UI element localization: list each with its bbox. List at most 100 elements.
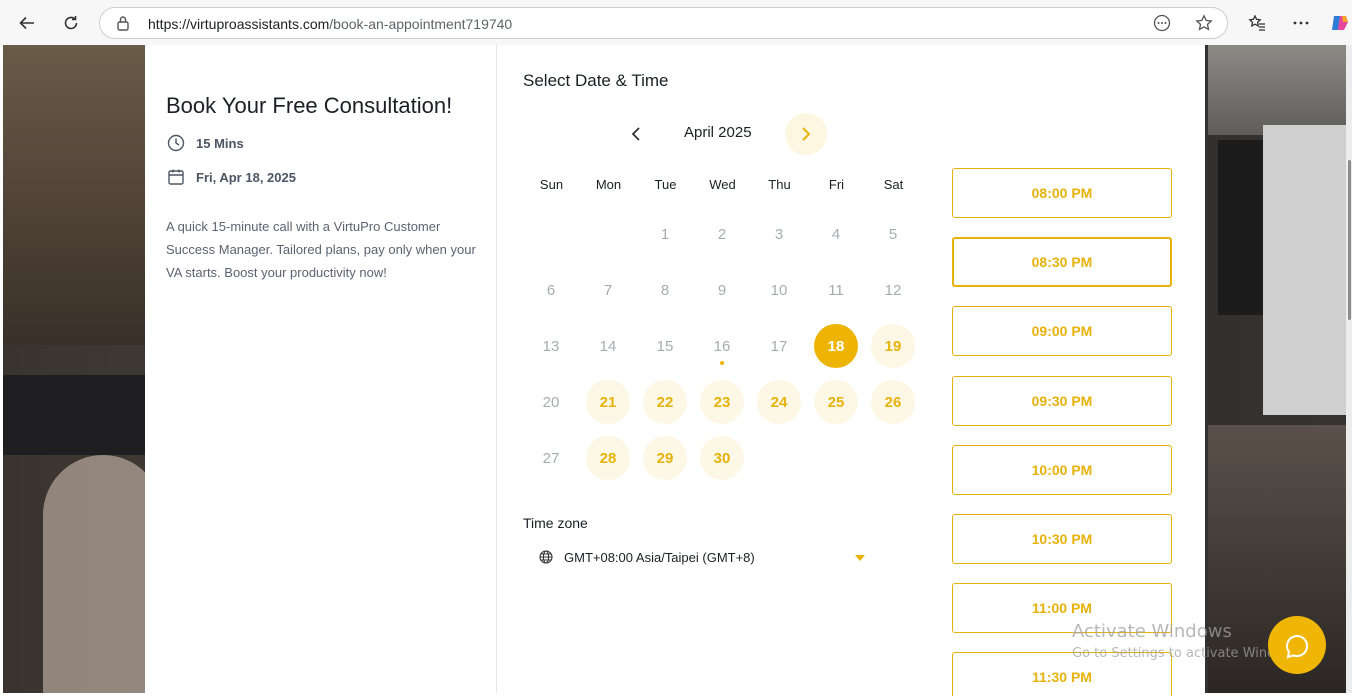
calendar-day[interactable]: 26: [871, 380, 915, 424]
calendar-day-number: 10: [770, 281, 788, 299]
url-host: https://virtuproassistants.com: [148, 16, 330, 32]
calendar-day-number: 28: [599, 449, 617, 467]
calendar-day-number: 5: [888, 225, 898, 243]
calendar-day: 10: [757, 268, 801, 312]
bg-shape: [3, 45, 153, 345]
calendar-day: 9: [700, 268, 744, 312]
time-slot-button[interactable]: 10:00 PM: [952, 444, 1172, 495]
copilot-button[interactable]: [1328, 8, 1352, 38]
calendar-day[interactable]: 24: [757, 380, 801, 424]
favorites-list-icon: [1248, 14, 1265, 31]
calendar-day[interactable]: 30: [700, 436, 744, 480]
calendar-day-number: 26: [884, 393, 902, 411]
url-text: https://virtuproassistants.com/book-an-a…: [148, 16, 512, 32]
calendar-day: 27: [529, 436, 573, 480]
time-slot-button[interactable]: 08:30 PM: [952, 237, 1172, 288]
calendar-day-number: 15: [656, 337, 674, 355]
time-slot-button[interactable]: 08:00 PM: [952, 168, 1172, 218]
weekday-header: Sat: [883, 177, 904, 192]
chevron-right-icon: [802, 127, 811, 141]
back-button[interactable]: [12, 8, 42, 38]
weekday-header: Fri: [828, 177, 845, 192]
month-navigation: April 2025: [625, 113, 835, 155]
scrollbar-track[interactable]: [1346, 45, 1352, 693]
calendar-day-number: 16: [713, 337, 731, 355]
booking-info-panel: Book Your Free Consultation! 15 Mins Fri…: [145, 45, 497, 693]
page-actions-icon[interactable]: [1153, 14, 1171, 32]
address-bar[interactable]: https://virtuproassistants.com/book-an-a…: [99, 7, 1228, 39]
timezone-value: GMT+08:00 Asia/Taipei (GMT+8): [564, 550, 755, 565]
calendar-day: 6: [529, 268, 573, 312]
calendar-day-number: 19: [884, 337, 902, 355]
bg-shape: [3, 375, 153, 455]
calendar-day: 1: [643, 212, 687, 256]
current-month: April 2025: [684, 124, 752, 141]
calendar-day-number: 2: [717, 225, 727, 243]
calendar-day: 15: [643, 324, 687, 368]
timezone-select[interactable]: GMT+08:00 Asia/Taipei (GMT+8): [523, 543, 873, 573]
calendar-day-number: 25: [827, 393, 845, 411]
duration-row: 15 Mins: [166, 133, 244, 153]
calendar-day-number: 8: [660, 281, 670, 299]
calendar-day: 2: [700, 212, 744, 256]
calendar-icon: [166, 167, 186, 187]
bg-shape: [1263, 125, 1346, 415]
calendar-day: 3: [757, 212, 801, 256]
weekday-header: Tue: [654, 177, 677, 192]
calendar-day-number: 29: [656, 449, 674, 467]
booking-title: Book Your Free Consultation!: [166, 93, 453, 118]
more-dots-icon: [1293, 21, 1309, 25]
back-arrow-icon: [19, 16, 34, 30]
calendar-day: 20: [529, 380, 573, 424]
calendar-day-selected[interactable]: 18: [814, 324, 858, 368]
favorites-button[interactable]: [1242, 8, 1272, 38]
calendar-day[interactable]: 23: [700, 380, 744, 424]
weekday-header: Wed: [709, 177, 736, 192]
lock-icon: [117, 16, 129, 31]
calendar-day[interactable]: 28: [586, 436, 630, 480]
calendar-day-number: 13: [542, 337, 560, 355]
calendar-heading: Select Date & Time: [523, 71, 669, 90]
duration-text: 15 Mins: [196, 135, 244, 151]
calendar-day[interactable]: 19: [871, 324, 915, 368]
favorite-star-icon[interactable]: [1195, 14, 1213, 32]
calendar-day: 12: [871, 268, 915, 312]
date-row: Fri, Apr 18, 2025: [166, 167, 296, 187]
calendar-day-number: 14: [599, 337, 617, 355]
calendar-day[interactable]: 21: [586, 380, 630, 424]
weekday-header: Thu: [768, 177, 791, 192]
calendar-day-number: 20: [542, 393, 560, 411]
calendar-day: 16: [700, 324, 744, 368]
next-month-button[interactable]: [785, 113, 827, 155]
previous-month-button[interactable]: [625, 123, 647, 145]
calendar-day: 5: [871, 212, 915, 256]
menu-button[interactable]: [1286, 8, 1316, 38]
globe-icon: [539, 550, 553, 564]
calendar-day[interactable]: 22: [643, 380, 687, 424]
calendar-day: 14: [586, 324, 630, 368]
calendar-day-number: 11: [828, 281, 844, 299]
scrollbar-thumb[interactable]: [1348, 160, 1351, 320]
calendar-day[interactable]: 25: [814, 380, 858, 424]
calendar-day-number: 27: [542, 449, 560, 467]
calendar-day: 11: [814, 268, 858, 312]
calendar-day: 7: [586, 268, 630, 312]
chat-button[interactable]: [1268, 616, 1326, 674]
time-slot-button[interactable]: 10:30 PM: [952, 514, 1172, 564]
calendar-day-number: 23: [713, 393, 731, 411]
booking-card: Book Your Free Consultation! 15 Mins Fri…: [145, 45, 1205, 696]
calendar-day: 13: [529, 324, 573, 368]
browser-toolbar: https://virtuproassistants.com/book-an-a…: [0, 0, 1352, 45]
calendar-day: 8: [643, 268, 687, 312]
time-slot-button[interactable]: 09:00 PM: [952, 306, 1172, 357]
calendar-day[interactable]: 29: [643, 436, 687, 480]
calendar-day: 4: [814, 212, 858, 256]
calendar-day-number: 7: [603, 281, 613, 299]
booking-description: A quick 15-minute call with a VirtuPro C…: [166, 219, 476, 280]
copilot-icon: [1332, 16, 1348, 30]
time-slot-button[interactable]: 09:30 PM: [952, 375, 1172, 426]
refresh-button[interactable]: [56, 8, 86, 38]
calendar-day-number: 1: [660, 225, 670, 243]
date-text: Fri, Apr 18, 2025: [196, 169, 296, 185]
calendar-day-number: 30: [713, 449, 731, 467]
